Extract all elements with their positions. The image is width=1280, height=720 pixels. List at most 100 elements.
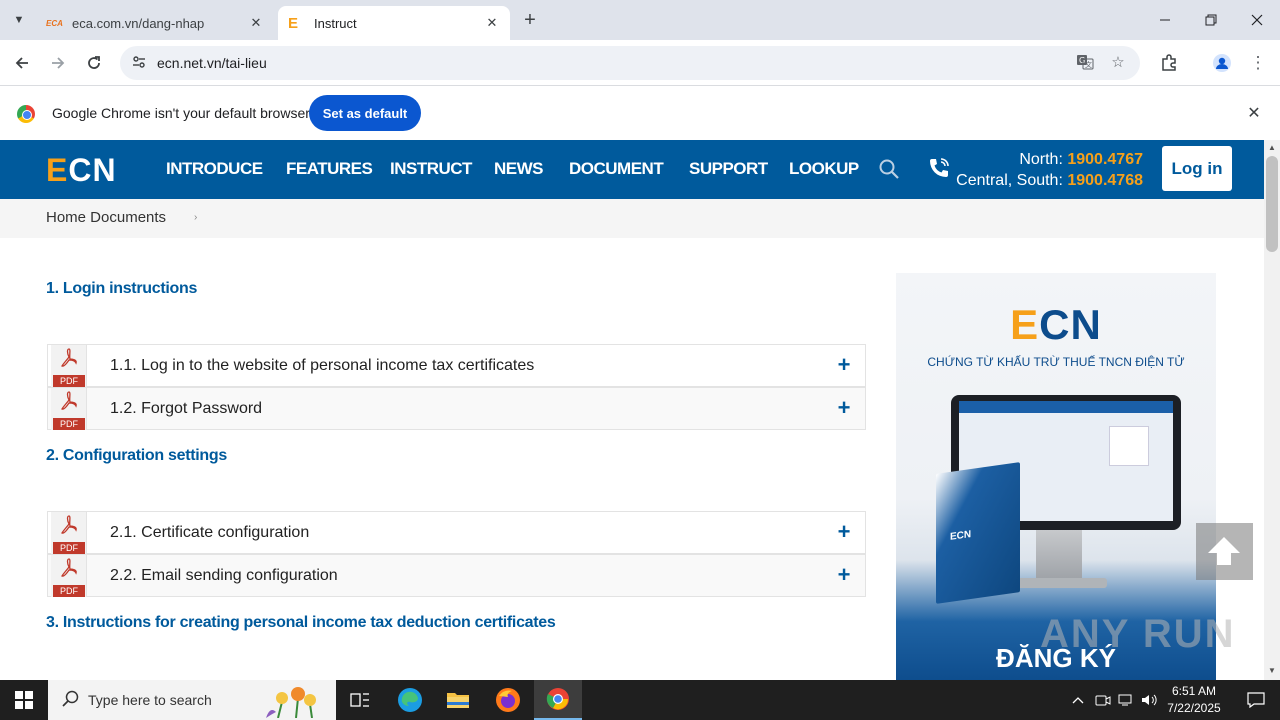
arrow-left-icon xyxy=(15,57,28,69)
arrow-right-icon xyxy=(52,57,65,69)
default-browser-infobar: Google Chrome isn't your default browser… xyxy=(0,87,1280,140)
infobar-message: Google Chrome isn't your default browser xyxy=(52,105,310,121)
chrome-icon xyxy=(546,688,569,710)
clock-date: 7/22/2025 xyxy=(1167,701,1221,715)
translate-icon[interactable]: G文 xyxy=(1075,53,1095,73)
minimize-icon xyxy=(1160,19,1170,21)
ecn-logo[interactable]: ECN xyxy=(46,152,117,189)
flowers-search-highlight-icon xyxy=(266,687,316,718)
pdf-icon: PDF xyxy=(51,555,87,597)
taskbar-search-placeholder: Type here to search xyxy=(88,692,212,708)
nav-support[interactable]: SUPPORT xyxy=(689,159,768,179)
pdf-icon: PDF xyxy=(51,345,87,387)
section-title: 1. Login instructions xyxy=(46,280,198,297)
product-box-illustration: ECN xyxy=(936,462,1020,604)
chrome-taskbar-button[interactable] xyxy=(534,680,582,720)
document-row[interactable]: PDF 2.2. Email sending configuration + xyxy=(47,554,866,597)
login-button[interactable]: Log in xyxy=(1162,146,1232,191)
eca-favicon-icon: ECA xyxy=(46,18,63,28)
page-scrollbar[interactable]: ▲ ▼ xyxy=(1264,140,1280,680)
address-bar[interactable]: ecn.net.vn/tai-lieu G文 ☆ xyxy=(120,46,1140,80)
nav-introduce[interactable]: INTRODUCE xyxy=(166,159,263,179)
back-button[interactable] xyxy=(8,49,36,77)
kebab-menu-icon: ⋮ xyxy=(1249,53,1267,72)
set-as-default-button[interactable]: Set as default xyxy=(309,95,421,131)
firefox-taskbar-button[interactable] xyxy=(484,680,532,720)
nav-features[interactable]: FEATURES xyxy=(286,159,373,179)
firefox-icon xyxy=(496,688,520,712)
taskbar-clock[interactable]: 6:51 AM 7/22/2025 xyxy=(1162,683,1226,717)
expand-plus-icon[interactable]: + xyxy=(833,353,855,377)
edge-taskbar-button[interactable] xyxy=(386,680,434,720)
tab-strip: ▼ ECA eca.com.vn/dang-nhap ✕ E Instruct … xyxy=(0,0,1280,40)
windows-logo-icon xyxy=(15,691,33,709)
expand-plus-icon[interactable]: + xyxy=(833,396,855,420)
close-icon[interactable]: ✕ xyxy=(248,15,264,31)
tab-eca[interactable]: ECA eca.com.vn/dang-nhap ✕ xyxy=(36,6,274,40)
document-title[interactable]: 2.2. Email sending configuration xyxy=(110,567,338,585)
breadcrumb-separator: › xyxy=(194,212,198,223)
document-row[interactable]: PDF 1.1. Log in to the website of person… xyxy=(47,344,866,387)
close-icon[interactable]: ✕ xyxy=(1244,103,1264,123)
expand-plus-icon[interactable]: + xyxy=(833,520,855,544)
section-title: 3. Instructions for creating personal in… xyxy=(46,614,556,631)
tray-overflow-chevron-icon[interactable] xyxy=(1068,680,1088,720)
scroll-to-top-button[interactable] xyxy=(1196,523,1253,580)
browser-toolbar: ecn.net.vn/tai-lieu G文 ☆ ⋮ xyxy=(0,40,1280,86)
minimize-button[interactable] xyxy=(1142,0,1188,40)
document-title[interactable]: 1.2. Forgot Password xyxy=(110,400,262,418)
restore-button[interactable] xyxy=(1188,0,1234,40)
scroll-up-arrow-icon[interactable]: ▲ xyxy=(1268,143,1276,152)
windows-taskbar: Type here to search 6:51 AM 7/22/2025 xyxy=(0,680,1280,720)
breadcrumb-bar: Home Documents › xyxy=(0,199,1264,238)
profile-button[interactable] xyxy=(1208,49,1236,77)
breadcrumb[interactable]: Home Documents xyxy=(46,209,166,226)
tab-title: eca.com.vn/dang-nhap xyxy=(72,15,205,31)
new-tab-button[interactable]: + xyxy=(518,9,542,33)
nav-lookup[interactable]: LOOKUP xyxy=(789,159,859,179)
search-icon[interactable] xyxy=(878,158,900,180)
window-close-button[interactable] xyxy=(1234,0,1280,40)
hotline-north-label: North: xyxy=(1019,151,1063,168)
file-explorer-taskbar-button[interactable] xyxy=(434,680,482,720)
document-title[interactable]: 1.1. Log in to the website of personal i… xyxy=(110,357,534,375)
monitor-stand-base xyxy=(1011,578,1107,588)
scrollbar-thumb[interactable] xyxy=(1266,156,1278,252)
nav-document[interactable]: DOCUMENT xyxy=(569,159,664,179)
meet-now-icon[interactable] xyxy=(1093,680,1113,720)
tab-instruct[interactable]: E Instruct ✕ xyxy=(278,6,510,40)
menu-button[interactable]: ⋮ xyxy=(1244,49,1272,77)
banner-logo: ECN xyxy=(1010,301,1102,348)
volume-icon[interactable] xyxy=(1140,680,1160,720)
search-icon xyxy=(62,690,79,707)
clock-time: 6:51 AM xyxy=(1171,684,1217,698)
tab-title: Instruct xyxy=(314,15,357,31)
forward-button[interactable] xyxy=(44,49,72,77)
site-header: ECN INTRODUCE FEATURES INSTRUCT NEWS DOC… xyxy=(0,140,1264,199)
scroll-down-arrow-icon[interactable]: ▼ xyxy=(1268,666,1276,675)
taskbar-search-box[interactable]: Type here to search xyxy=(48,680,336,720)
expand-plus-icon[interactable]: + xyxy=(833,563,855,587)
start-button[interactable] xyxy=(0,680,48,720)
close-icon[interactable]: ✕ xyxy=(484,15,500,31)
hotline-south-label: Central, South: xyxy=(956,172,1063,189)
network-icon[interactable] xyxy=(1116,680,1136,720)
site-info-icon[interactable] xyxy=(130,54,148,72)
profile-icon xyxy=(1213,54,1231,72)
hotline-south-number[interactable]: 1900.4768 xyxy=(1067,172,1143,189)
reload-button[interactable] xyxy=(80,49,108,77)
restore-icon xyxy=(1205,14,1217,26)
document-title[interactable]: 2.1. Certificate configuration xyxy=(110,524,309,542)
bookmark-star-icon[interactable]: ☆ xyxy=(1108,53,1128,73)
extensions-button[interactable] xyxy=(1155,49,1183,77)
reload-icon xyxy=(88,56,100,69)
notification-center-button[interactable] xyxy=(1236,680,1276,720)
anyrun-watermark: ANY RUN xyxy=(1040,612,1236,656)
task-view-button[interactable] xyxy=(336,680,384,720)
nav-instruct[interactable]: INSTRUCT xyxy=(390,159,472,179)
nav-news[interactable]: NEWS xyxy=(494,159,544,179)
document-row[interactable]: PDF 1.2. Forgot Password + xyxy=(47,387,866,430)
hotline-north-number[interactable]: 1900.4767 xyxy=(1067,151,1143,168)
document-row[interactable]: PDF 2.1. Certificate configuration + xyxy=(47,511,866,554)
tab-search-button[interactable]: ▼ xyxy=(6,7,32,33)
